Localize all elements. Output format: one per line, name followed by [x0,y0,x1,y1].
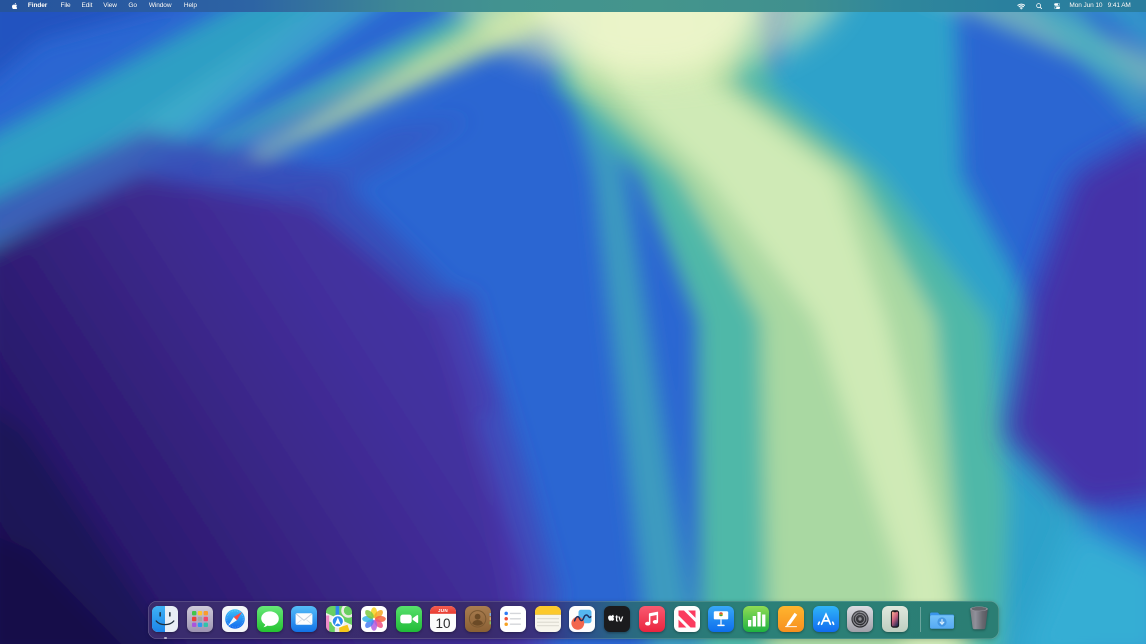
svg-text:10: 10 [436,616,451,631]
svg-text:JUN: JUN [438,608,448,613]
svg-text:tv: tv [615,613,623,623]
